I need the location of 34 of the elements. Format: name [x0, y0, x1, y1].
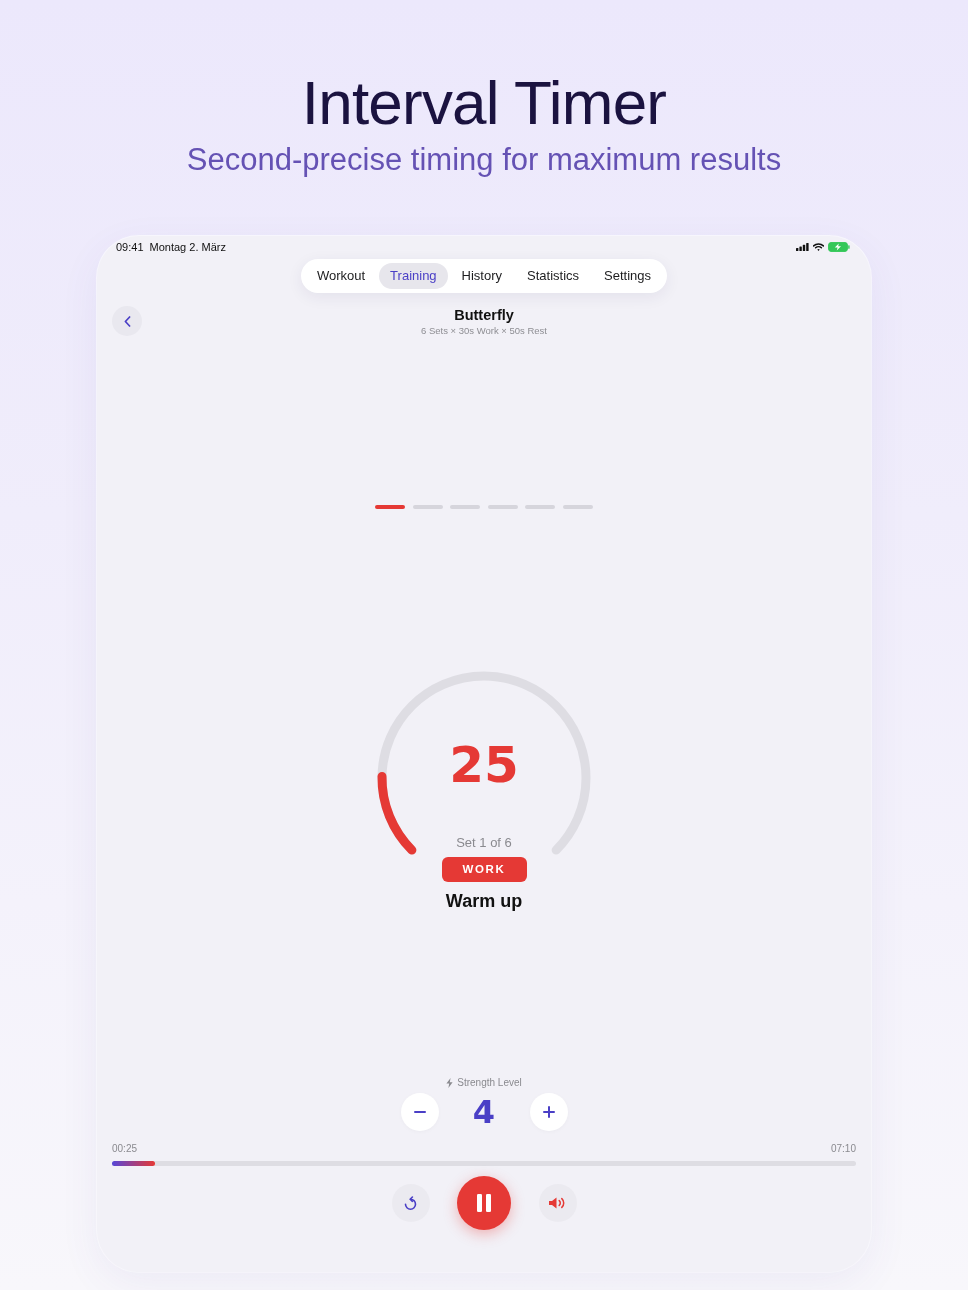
strength-value: 4 [471, 1093, 497, 1131]
elapsed-time: 00:25 [112, 1143, 138, 1155]
total-time: 07:10 [830, 1143, 856, 1155]
tab[interactable]: Workout [305, 263, 377, 289]
workout-summary: 6 Sets × 30s Work × 50s Rest [421, 324, 547, 337]
back-button[interactable] [112, 306, 142, 336]
battery-charging-icon [828, 242, 850, 252]
pause-icon [477, 1194, 491, 1212]
minus-icon [413, 1111, 426, 1113]
tab[interactable]: Statistics [515, 263, 591, 289]
strength-label: Strength Level [457, 1076, 522, 1089]
tab[interactable]: Training [378, 263, 449, 289]
workout-title: Butterfly [454, 306, 514, 324]
set-counter: Set 1 of 6 [456, 835, 512, 851]
tab[interactable]: Settings [592, 263, 663, 289]
sound-button[interactable] [538, 1184, 577, 1222]
speaker-icon [548, 1197, 567, 1209]
increase-button[interactable] [529, 1093, 568, 1131]
tab[interactable]: History [450, 263, 514, 289]
seconds-remaining: 25 [449, 740, 519, 790]
signal-icon [796, 243, 809, 251]
headline: Interval Timer [300, 69, 668, 137]
plus-icon [542, 1106, 555, 1118]
lightning-icon [446, 1077, 454, 1088]
status-date: Montag 2. März [149, 240, 226, 254]
pause-button[interactable] [457, 1176, 511, 1230]
status-time: 09:41 [116, 240, 144, 254]
restart-button[interactable] [391, 1184, 430, 1222]
chevron-left-icon [123, 315, 131, 327]
exercise-name: Warm up [445, 890, 523, 912]
wifi-icon [813, 243, 824, 251]
restart-icon [404, 1195, 417, 1211]
phase-badge: WORK [441, 857, 527, 882]
subheadline: Second-precise timing for maximum results [185, 141, 783, 178]
